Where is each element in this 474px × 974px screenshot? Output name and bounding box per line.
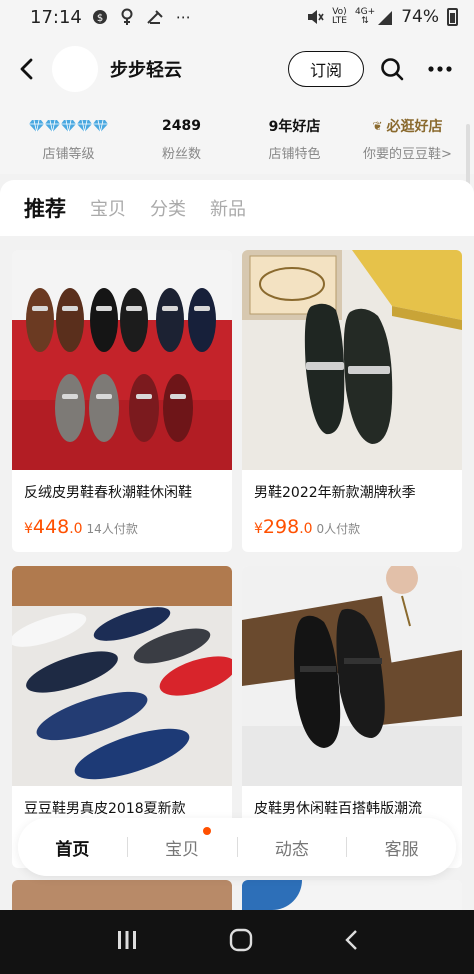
stat-value: 9年好店 <box>268 118 321 135</box>
shop-avatar[interactable] <box>52 46 98 92</box>
stat-label: 店铺等级 <box>42 146 95 162</box>
home-icon <box>229 928 253 952</box>
status-time: 17:14 <box>30 6 82 28</box>
currency-symbol: ¥ <box>24 521 33 537</box>
subscribe-button[interactable]: 订阅 <box>288 51 364 87</box>
broom-icon <box>147 10 163 24</box>
product-image[interactable] <box>242 250 462 470</box>
tab-new[interactable]: 新品 <box>210 195 246 221</box>
diamond-icon <box>45 119 60 132</box>
stat-must-visit[interactable]: ❦ 必逛好店 你要的豆豆鞋> <box>351 104 464 174</box>
shop-bottom-nav: 首页 宝贝 动态 客服 <box>18 818 456 876</box>
back-arrow-icon <box>20 58 33 80</box>
tab-recommend[interactable]: 推荐 <box>24 193 66 223</box>
nav-customer-service[interactable]: 客服 <box>347 835 456 860</box>
lte-indicator: Vo) LTE <box>331 7 347 26</box>
stat-value: 2489 <box>162 117 201 134</box>
dollar-circle-icon: $ <box>92 10 107 24</box>
more-dots-icon <box>428 66 452 72</box>
more-notifications-icon: ⋯ <box>175 8 191 26</box>
product-title[interactable]: 豆豆鞋男真皮2018夏新款 <box>12 786 232 818</box>
product-title[interactable]: 男鞋2022年新款潮牌秋季 <box>242 470 462 502</box>
recent-apps-button[interactable] <box>116 930 138 954</box>
back-button[interactable] <box>14 54 38 84</box>
diamond-icon <box>61 119 76 132</box>
product-card-partial[interactable] <box>242 880 462 910</box>
stat-shop-feature[interactable]: 9年好店 店铺特色 <box>238 104 351 174</box>
female-icon <box>121 8 133 25</box>
sold-count: 14人付款 <box>86 522 138 536</box>
content-tabs: 推荐 宝贝 分类 新品 <box>0 180 474 236</box>
tab-categories[interactable]: 分类 <box>150 195 186 221</box>
price-row: ¥ 448 .0 14人付款 <box>12 502 232 538</box>
status-bar: 17:14 $ ⋯ Vo) LTE 4G+ ⇅ 74% <box>0 0 474 34</box>
more-button[interactable] <box>420 49 460 89</box>
product-price: 298 <box>262 516 300 538</box>
stat-shop-level[interactable]: 店铺等级 <box>12 104 125 174</box>
notification-dot <box>202 826 211 835</box>
nav-feed[interactable]: 动态 <box>238 835 347 860</box>
product-card[interactable]: 男鞋2022年新款潮牌秋季 ¥ 298 .0 0人付款 <box>242 250 462 552</box>
shop-stats: 店铺等级 2489 粉丝数 9年好店 店铺特色 ❦ 必逛好店 你要的豆豆鞋> <box>0 104 474 174</box>
system-navigation-bar <box>0 910 474 974</box>
stat-value: ❦ 必逛好店 <box>372 118 443 135</box>
mute-icon <box>307 10 324 24</box>
product-price: 448 <box>32 516 70 538</box>
search-button[interactable] <box>372 49 412 89</box>
status-right: Vo) LTE 4G+ ⇅ 74% <box>306 7 458 27</box>
stat-label: 粉丝数 <box>161 146 201 162</box>
currency-symbol: ¥ <box>254 521 263 537</box>
shoe-photo <box>12 250 232 470</box>
battery-icon <box>447 8 458 26</box>
diamond-icon <box>93 119 108 132</box>
product-price-decimal: .0 <box>299 521 313 537</box>
sold-count: 0人付款 <box>316 522 361 536</box>
nav-home[interactable]: 首页 <box>18 835 127 860</box>
shoe-photo <box>242 566 462 786</box>
nav-items[interactable]: 宝贝 <box>128 826 237 860</box>
back-chevron-icon <box>345 930 358 950</box>
signal-icon <box>378 11 393 25</box>
home-button[interactable] <box>229 928 253 956</box>
diamond-icon <box>29 119 44 132</box>
product-card[interactable]: 反绒皮男鞋春秋潮鞋休闲鞋 ¥ 448 .0 14人付款 <box>12 250 232 552</box>
product-price-decimal: .0 <box>69 521 83 537</box>
tab-items[interactable]: 宝贝 <box>90 195 126 221</box>
diamond-icon <box>77 119 92 132</box>
product-card-partial[interactable] <box>12 880 232 910</box>
system-back-button[interactable] <box>344 929 358 955</box>
product-image[interactable] <box>242 566 462 786</box>
product-title[interactable]: 反绒皮男鞋春秋潮鞋休闲鞋 <box>12 470 232 502</box>
product-title[interactable]: 皮鞋男休闲鞋百搭韩版潮流 <box>242 786 462 818</box>
search-icon <box>381 58 404 81</box>
product-image[interactable] <box>12 566 232 786</box>
laurel-icon: ❦ <box>372 118 383 133</box>
price-row: ¥ 298 .0 0人付款 <box>242 502 462 538</box>
notification-icons: $ ⋯ <box>92 8 191 26</box>
signal-indicator: 4G+ ⇅ <box>355 8 393 26</box>
shop-header: 步步轻云 订阅 <box>0 34 474 104</box>
stat-followers[interactable]: 2489 粉丝数 <box>125 104 238 174</box>
recent-apps-icon <box>117 931 136 949</box>
stat-label: 店铺特色 <box>268 146 321 162</box>
shoe-photo <box>242 250 462 470</box>
battery-percent: 74% <box>401 7 439 27</box>
shop-name[interactable]: 步步轻云 <box>110 56 182 82</box>
svg-text:$: $ <box>97 13 103 24</box>
shoe-photo <box>12 566 232 786</box>
diamond-rating <box>29 117 108 135</box>
product-image[interactable] <box>12 250 232 470</box>
stat-label: 你要的豆豆鞋> <box>363 146 452 162</box>
